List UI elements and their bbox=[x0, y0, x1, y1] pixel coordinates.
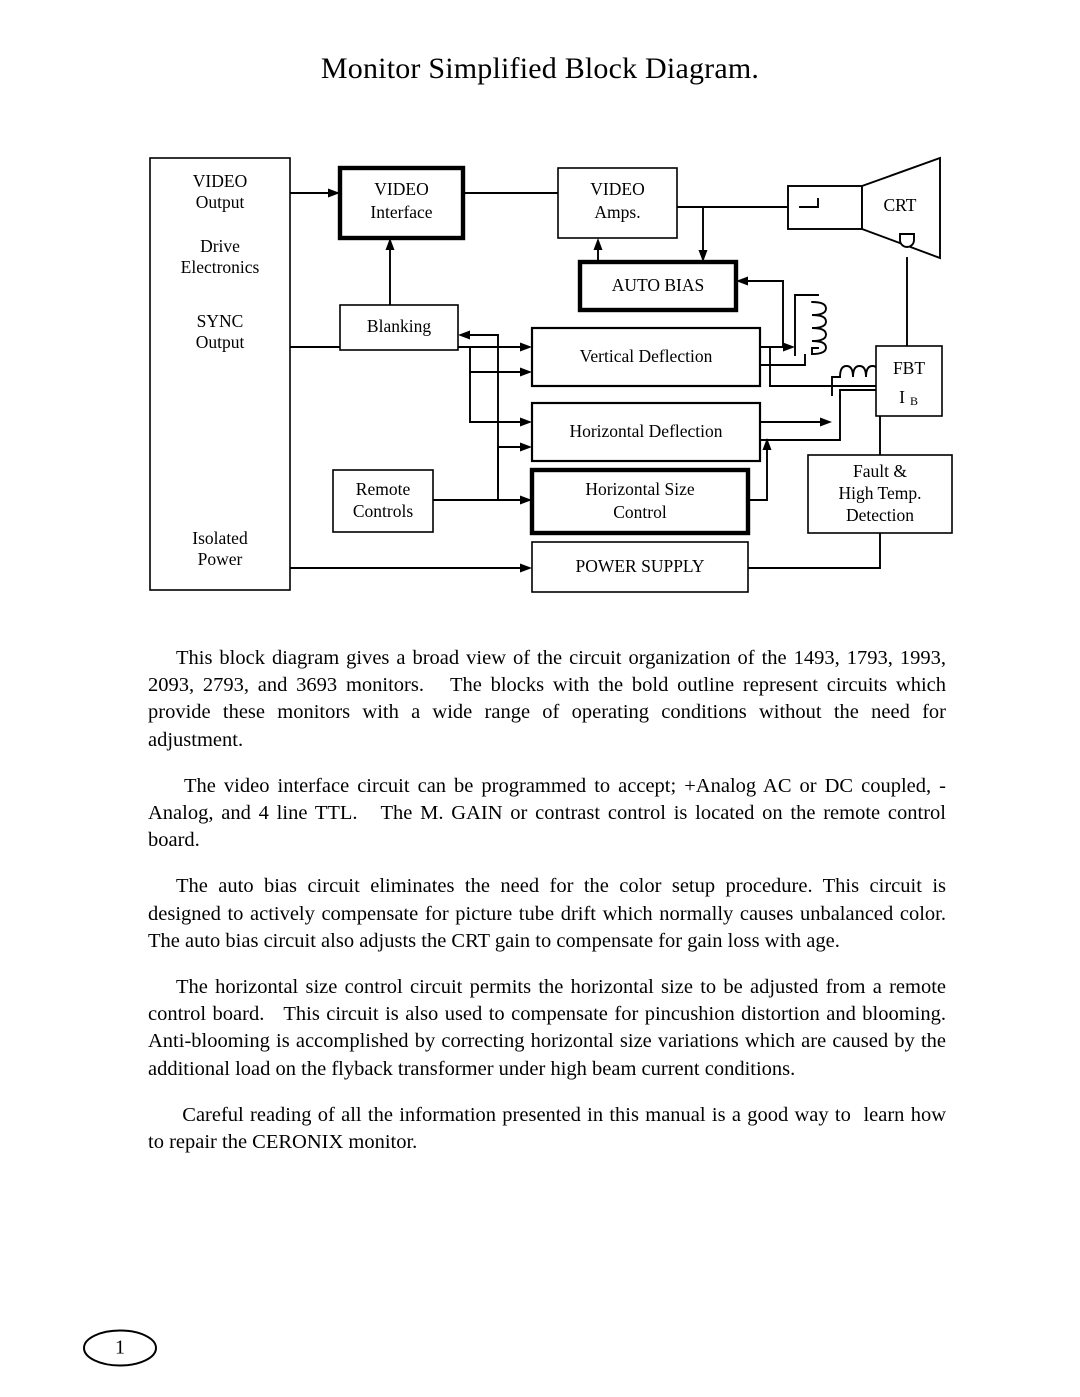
block-remote-controls[interactable]: Remote Controls bbox=[332, 469, 434, 533]
label-horizontal-deflection: Horizontal Deflection bbox=[569, 421, 722, 441]
paragraph-3: The auto bias circuit eliminates the nee… bbox=[148, 875, 957, 952]
label-drive-2: Electronics bbox=[181, 257, 260, 277]
arrowhead-horizdef-in-1 bbox=[520, 417, 532, 427]
block-drive-electronics-outline bbox=[149, 157, 291, 591]
label-isolated-2: Power bbox=[198, 549, 243, 569]
label-crt: CRT bbox=[884, 195, 917, 215]
page-number-text: 1 bbox=[115, 1337, 125, 1359]
block-horizontal-size-control[interactable]: Horizontal Size Control bbox=[529, 467, 751, 536]
label-fbt: FBT bbox=[893, 358, 925, 378]
paragraph-5: Careful reading of all the information p… bbox=[148, 1103, 952, 1154]
block-video-amps[interactable]: VIDEO Amps. bbox=[557, 167, 678, 239]
label-video-output-2: Output bbox=[196, 192, 245, 212]
label-video-interface-2: Interface bbox=[370, 202, 432, 222]
arrowhead-psu-in-left bbox=[520, 563, 532, 573]
arrowhead-vertdef-in-2 bbox=[520, 367, 532, 377]
block-fbt[interactable]: FBT I B bbox=[875, 345, 943, 417]
label-drive-1: Drive bbox=[200, 236, 240, 256]
label-sync-2: Output bbox=[196, 332, 245, 352]
block-horizontal-deflection[interactable]: Horizontal Deflection bbox=[530, 401, 762, 463]
block-drive-electronics[interactable]: VIDEO Output Drive Electronics SYNC Outp… bbox=[149, 157, 291, 591]
paragraph-1: This block diagram gives a broad view of… bbox=[148, 647, 952, 751]
block-diagram: VIDEO Output Drive Electronics SYNC Outp… bbox=[140, 150, 960, 600]
label-auto-bias: AUTO BIAS bbox=[612, 275, 705, 295]
crt-anode-connector bbox=[899, 233, 915, 248]
label-video-amps-2: Amps. bbox=[594, 202, 640, 222]
page-footer: 1 bbox=[82, 1328, 158, 1368]
label-fault-1: Fault & bbox=[853, 461, 907, 481]
label-remote-controls-1: Remote bbox=[356, 479, 411, 499]
arrowhead-horizdef-in-2 bbox=[520, 442, 532, 452]
label-horizontal-size-2: Control bbox=[613, 502, 667, 522]
label-vertical-deflection: Vertical Deflection bbox=[580, 346, 713, 366]
arrowhead-horiz-coil-in bbox=[820, 417, 832, 427]
document-page: Monitor Simplified Block Diagram. VIDEO … bbox=[0, 0, 1080, 1397]
vert-coil-winding bbox=[811, 301, 827, 355]
wire-sync-to-vertdef-2 bbox=[469, 346, 521, 373]
block-auto-bias[interactable]: AUTO BIAS bbox=[577, 259, 739, 313]
page-number-badge: 1 bbox=[83, 1329, 157, 1367]
label-fault-2: High Temp. bbox=[838, 483, 921, 503]
arrowhead-vertdef-in-1 bbox=[520, 342, 532, 352]
arrowhead-amps-in-bottom bbox=[593, 238, 603, 250]
vertical-deflection-coil bbox=[794, 294, 827, 356]
block-diagram-canvas: VIDEO Output Drive Electronics SYNC Outp… bbox=[149, 156, 953, 593]
label-video-interface-1: VIDEO bbox=[374, 179, 428, 199]
vert-coil-lead-top bbox=[794, 294, 819, 356]
label-fbt-ib-sub: B bbox=[910, 394, 918, 408]
label-fbt-ib-main: I bbox=[899, 387, 905, 407]
wire-vertdef-to-coil-b bbox=[759, 354, 806, 366]
body-text: This block diagram gives a broad view of… bbox=[148, 645, 946, 1156]
crt-symbol bbox=[787, 156, 941, 260]
label-isolated-1: Isolated bbox=[192, 528, 248, 548]
page-title: Monitor Simplified Block Diagram. bbox=[320, 52, 760, 85]
arrowhead-vert-coil-in bbox=[783, 342, 795, 352]
wire-sync-to-horizdef-1 bbox=[469, 371, 521, 423]
label-sync-1: SYNC bbox=[197, 311, 244, 331]
block-power-supply[interactable]: POWER SUPPLY bbox=[531, 541, 749, 593]
label-video-amps-1: VIDEO bbox=[590, 179, 644, 199]
block-video-interface[interactable]: VIDEO Interface bbox=[337, 165, 466, 241]
label-power-supply: POWER SUPPLY bbox=[575, 556, 704, 576]
paragraph-4: The horizontal size control circuit perm… bbox=[148, 976, 957, 1080]
paragraph-2: The video interface circuit can be progr… bbox=[148, 774, 952, 852]
label-remote-controls-2: Controls bbox=[353, 501, 413, 521]
block-fault-high-temp[interactable]: Fault & High Temp. Detection bbox=[807, 454, 953, 534]
label-fault-3: Detection bbox=[846, 505, 914, 525]
block-vertical-deflection[interactable]: Vertical Deflection bbox=[530, 326, 762, 388]
arrowhead-blanking-in-right bbox=[458, 330, 470, 340]
label-blanking: Blanking bbox=[367, 316, 431, 336]
block-blanking[interactable]: Blanking bbox=[339, 304, 459, 351]
label-horizontal-size-1: Horizontal Size bbox=[585, 479, 695, 499]
wire-bus-to-hsize bbox=[497, 446, 521, 501]
label-video-output-1: VIDEO bbox=[193, 171, 247, 191]
wire-horizdef-to-coil-b bbox=[759, 394, 841, 441]
wire-fault-to-psu bbox=[747, 532, 881, 569]
